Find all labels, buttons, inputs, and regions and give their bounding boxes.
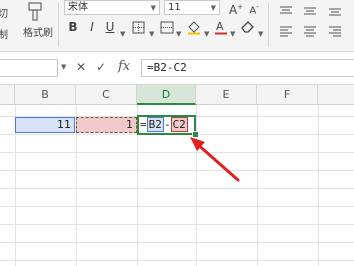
column-header-label: B (41, 88, 49, 101)
font-shrink-icon[interactable]: A- (246, 0, 262, 18)
cut-button[interactable]: 剪切 (0, 5, 8, 20)
formula-ref-b2: B2 (146, 117, 164, 132)
underline-button[interactable]: U (104, 20, 116, 34)
font-name-value: 宋体 (68, 2, 88, 13)
cell-c2[interactable]: 1 (76, 117, 137, 133)
formula-equals: = (140, 118, 147, 131)
bold-button[interactable]: B (67, 20, 79, 34)
merge-dropdown[interactable]: ▼ (176, 21, 181, 40)
column-header-b[interactable]: B (15, 85, 76, 105)
chevron-down-icon: ▼ (120, 30, 126, 38)
eraser-icon[interactable] (240, 19, 256, 34)
italic-button[interactable]: I (86, 20, 98, 34)
format-painter-label: 格式刷 (23, 28, 53, 39)
chevron-down-icon: ▼ (230, 30, 236, 38)
italic-icon: I (90, 20, 94, 34)
fill-color-dropdown[interactable]: ▼ (204, 21, 209, 40)
grid-line (0, 224, 354, 225)
font-grow-icon[interactable]: A+ (228, 0, 244, 17)
check-icon: ✓ (96, 60, 107, 74)
grid-line (0, 206, 354, 207)
grid-line (0, 242, 354, 243)
chevron-down-icon: ▼ (210, 4, 216, 12)
chevron-down-icon: ▼ (61, 63, 67, 71)
formula-operator: - (163, 118, 171, 131)
chevron-down-icon: ▼ (150, 4, 156, 12)
align-center-icon[interactable] (302, 22, 318, 37)
column-header-c[interactable]: C (76, 85, 137, 105)
grid-line (0, 260, 354, 261)
column-header-label: F (283, 88, 291, 101)
annotation-arrow-icon (190, 137, 240, 182)
ribbon-separator (268, 3, 269, 47)
cell-b2[interactable]: 11 (15, 117, 75, 133)
name-box[interactable] (0, 59, 58, 77)
format-painter-icon[interactable] (24, 2, 46, 22)
align-left-icon[interactable] (278, 22, 294, 37)
column-header-e[interactable]: E (196, 85, 257, 105)
column-header-label: E (222, 88, 230, 101)
cut-label: 剪切 (0, 9, 8, 20)
font-size-value: 11 (168, 2, 181, 13)
grid-line (0, 170, 354, 171)
border-dropdown[interactable]: ▼ (149, 21, 154, 40)
underline-dropdown[interactable]: ▼ (120, 21, 128, 40)
chevron-down-icon: ▼ (204, 30, 210, 38)
align-bottom-icon[interactable] (327, 2, 343, 16)
merge-icon[interactable] (160, 20, 174, 34)
chevron-down-icon: ▼ (149, 30, 155, 38)
copy-button[interactable]: 复制 (0, 26, 8, 41)
format-painter-button[interactable]: 格式刷 (23, 24, 53, 39)
font-color-dropdown[interactable]: ▼ (230, 21, 235, 40)
insert-function-button[interactable]: fx (118, 59, 130, 74)
column-header-f[interactable]: F (257, 85, 318, 105)
column-header-label: C (102, 88, 110, 101)
font-color-icon[interactable]: A (214, 20, 228, 35)
fill-color-icon[interactable] (186, 20, 202, 35)
font-name-select[interactable]: 宋体 ▼ (64, 0, 160, 15)
confirm-formula-button[interactable]: ✓ (96, 60, 106, 74)
name-box-dropdown[interactable]: ▼ (61, 63, 66, 71)
ribbon-separator (58, 3, 59, 47)
align-right-icon[interactable] (327, 22, 343, 37)
underline-icon: U (105, 20, 115, 34)
formula-input[interactable]: =B2-C2 (141, 59, 354, 77)
chevron-down-icon: ▼ (258, 30, 264, 38)
bold-icon: B (68, 20, 78, 34)
eraser-dropdown[interactable]: ▼ (258, 21, 263, 40)
column-header-d[interactable]: D (137, 85, 196, 105)
close-icon: ✕ (76, 60, 87, 74)
grid-line (0, 188, 354, 189)
grid-line (0, 152, 354, 153)
select-all-corner[interactable] (0, 85, 15, 105)
font-size-select[interactable]: 11 ▼ (164, 0, 220, 15)
align-top-icon[interactable] (278, 2, 294, 14)
fx-icon: fx (118, 59, 131, 74)
column-header-g[interactable] (318, 85, 354, 105)
svg-text:A: A (216, 20, 224, 33)
border-icon[interactable] (131, 20, 147, 34)
align-middle-icon[interactable] (302, 2, 318, 15)
cancel-formula-button[interactable]: ✕ (76, 60, 86, 74)
chevron-down-icon: ▼ (176, 30, 182, 38)
column-header-label: D (161, 88, 171, 101)
copy-label: 复制 (0, 30, 8, 41)
